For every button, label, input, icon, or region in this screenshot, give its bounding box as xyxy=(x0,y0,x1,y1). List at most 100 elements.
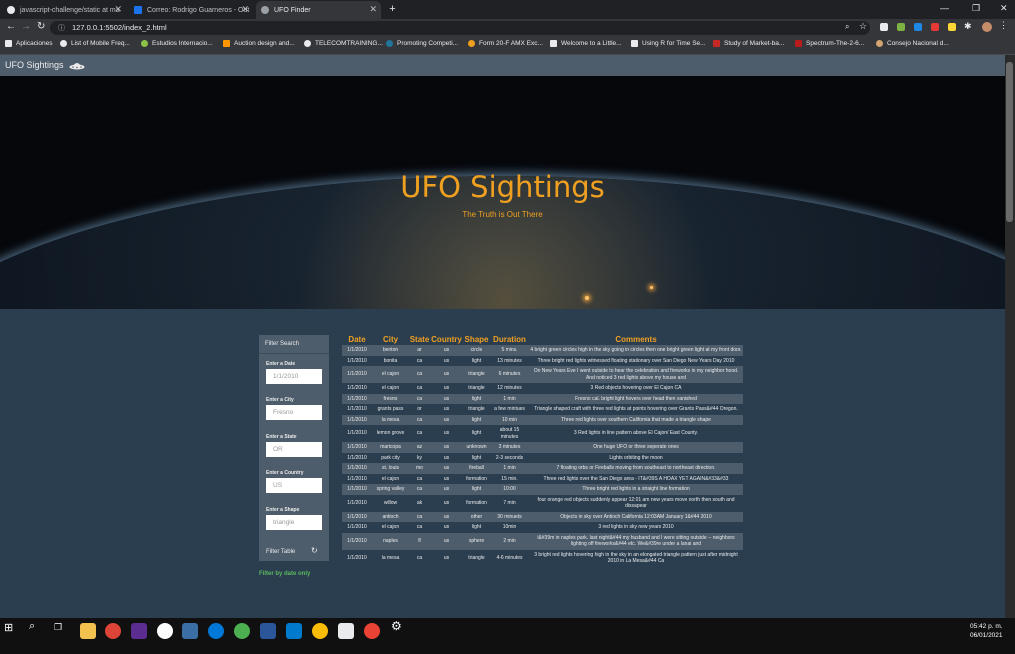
word-icon[interactable] xyxy=(260,623,276,639)
bookmark-item[interactable]: Promoting Competi... xyxy=(386,40,458,47)
bookmark-item[interactable]: List of Mobile Freq... xyxy=(60,40,130,47)
cell-country: us xyxy=(443,465,450,471)
app-icon[interactable] xyxy=(338,623,354,639)
cell-comments: Fresno cal. bright light hovers over hea… xyxy=(575,395,697,402)
table-row: 1/1/2010 el cajon ca us triangle 6 minutes On … xyxy=(342,366,743,383)
cell-duration: 1 min xyxy=(503,395,516,402)
search-icon[interactable]: ⌕ xyxy=(29,620,35,633)
table-row: 1/1/2010 maricopa az us unknown 3 minutes One … xyxy=(342,442,743,453)
header-comments[interactable]: Comments xyxy=(529,333,743,345)
site-icon xyxy=(223,40,230,47)
country-input[interactable]: US xyxy=(266,478,322,493)
vscode-icon[interactable] xyxy=(286,623,302,639)
bookmark-item[interactable]: Consejo Nacional d... xyxy=(876,40,949,47)
extension-icon[interactable] xyxy=(914,23,922,31)
filter-note: Filter by date only xyxy=(259,571,311,577)
kebab-menu-icon[interactable]: ⋮ xyxy=(999,20,1008,31)
app-icon[interactable] xyxy=(182,623,198,639)
app-icon[interactable] xyxy=(131,623,147,639)
table-row: 1/1/2010 st. louis mo us fireball 1 min 7 floa… xyxy=(342,463,743,474)
cell-state: mo xyxy=(416,465,423,471)
table-row: 1/1/2010 antioch ca us other 30 minuets Object… xyxy=(342,511,743,522)
close-icon[interactable]: ✕ xyxy=(369,4,377,15)
header-duration[interactable]: Duration xyxy=(490,333,529,345)
edge-icon[interactable] xyxy=(208,623,224,639)
info-icon[interactable]: ⓘ xyxy=(58,23,65,33)
cell-shape: triangle xyxy=(468,385,485,391)
cell-state: or xyxy=(417,406,422,412)
header-state[interactable]: State xyxy=(409,333,430,345)
header-shape[interactable]: Shape xyxy=(463,333,490,345)
chrome-icon[interactable] xyxy=(105,623,121,639)
close-icon[interactable]: ✕ xyxy=(241,4,249,15)
bookmark-item[interactable]: Study of Market-ba... xyxy=(713,40,784,47)
new-tab-button[interactable]: + xyxy=(386,3,399,16)
extension-icon[interactable] xyxy=(948,23,956,31)
state-input[interactable]: OR xyxy=(266,442,322,457)
cell-comments: 4 bright green circles high in the sky g… xyxy=(530,347,742,353)
header-city[interactable]: City xyxy=(372,333,409,345)
back-button[interactable]: ← xyxy=(6,21,16,32)
bookmark-item[interactable]: Welcome to a Little... xyxy=(550,40,622,47)
cell-comments: i&#39m in naples park. last night&#44 my… xyxy=(537,534,735,548)
extension-icon[interactable] xyxy=(897,23,905,31)
cell-date: 1/1/2010 xyxy=(347,406,367,412)
reload-button[interactable]: ↻ xyxy=(37,21,45,32)
shape-input[interactable]: triangle xyxy=(266,515,322,530)
cell-city: grants pass xyxy=(377,406,404,412)
cell-date: 1/1/2010 xyxy=(347,465,367,471)
cell-comments: One huge UFO or three seperate ones xyxy=(593,444,679,450)
settings-gear-icon[interactable]: ⚙ xyxy=(391,619,402,633)
city-input[interactable]: Fresno xyxy=(266,405,322,420)
address-bar[interactable] xyxy=(50,21,870,35)
header-country[interactable]: Country xyxy=(430,333,463,345)
bookmark-item[interactable]: Auction design and... xyxy=(223,40,295,47)
cell-shape: light xyxy=(471,430,482,437)
tab-github[interactable]: javascript-challenge/static at ma ✕ xyxy=(2,1,126,19)
task-view-icon[interactable]: ❐ xyxy=(54,622,62,633)
table-body: 1/1/2010 benton ar us circle 5 mins. 4 bright … xyxy=(342,345,743,567)
bookmark-item[interactable]: Using R for Time Se... xyxy=(631,40,706,47)
bookmark-star-icon[interactable]: ☆ xyxy=(859,21,867,32)
bookmark-apps[interactable]: Aplicaciones xyxy=(5,40,53,47)
navbar-brand[interactable]: UFO Sightings xyxy=(5,60,85,70)
cell-state: az xyxy=(416,444,423,450)
minimize-button[interactable]: — xyxy=(940,3,949,13)
url-text: 127.0.0.1:5502/index_2.html xyxy=(72,23,167,32)
table-row: 1/1/2010 naples fl us sphere 2 min i&#39m in n… xyxy=(342,532,743,550)
app-icon[interactable] xyxy=(364,623,380,639)
tab-outlook[interactable]: Correo: Rodrigo Guarneros - Out ✕ xyxy=(129,1,253,19)
avatar[interactable] xyxy=(982,22,992,32)
bookmark-item[interactable]: Spectrum-The-2-6... xyxy=(795,40,864,47)
bookmark-item[interactable]: TELECOMTRAINING... xyxy=(304,40,383,47)
extension-icon[interactable] xyxy=(931,23,939,31)
tab-ufo-finder[interactable]: UFO Finder ✕ xyxy=(256,1,381,19)
date-input[interactable]: 1/1/2010 xyxy=(266,369,322,384)
extension-icon[interactable] xyxy=(880,23,888,31)
cell-city: el cajon xyxy=(381,524,400,530)
taskbar-clock[interactable]: 05:42 p. m. 06/01/2021 xyxy=(970,622,1003,640)
maximize-button[interactable]: ❐ xyxy=(972,3,980,14)
zoom-icon[interactable]: ⌕ xyxy=(845,22,849,32)
cell-shape: sphere xyxy=(468,537,485,544)
filter-table-button[interactable]: Filter Table ↻ xyxy=(259,545,329,560)
close-window-button[interactable]: ✕ xyxy=(1000,3,1008,14)
file-explorer-icon[interactable] xyxy=(80,623,96,639)
scrollbar-thumb[interactable] xyxy=(1006,62,1013,222)
cell-country: us xyxy=(443,395,450,402)
cell-country: us xyxy=(443,524,450,530)
bookmark-item[interactable]: Form 20-F AMX Exc... xyxy=(468,40,543,47)
puzzle-icon[interactable]: ✱ xyxy=(964,21,972,32)
chrome-icon[interactable] xyxy=(234,623,250,639)
app-icon[interactable] xyxy=(157,623,173,639)
app-icon[interactable] xyxy=(312,623,328,639)
cell-date: 1/1/2010 xyxy=(347,385,367,391)
cell-date: 1/1/2010 xyxy=(347,499,367,506)
close-icon[interactable]: ✕ xyxy=(114,4,122,15)
windows-start-icon[interactable]: ⊞ xyxy=(4,621,13,634)
header-date[interactable]: Date xyxy=(342,333,372,345)
forward-button[interactable]: → xyxy=(21,21,31,32)
cell-shape: light xyxy=(471,524,482,530)
bookmark-item[interactable]: Estudios Internacio... xyxy=(141,40,213,47)
cell-duration: 10 min xyxy=(501,416,517,423)
